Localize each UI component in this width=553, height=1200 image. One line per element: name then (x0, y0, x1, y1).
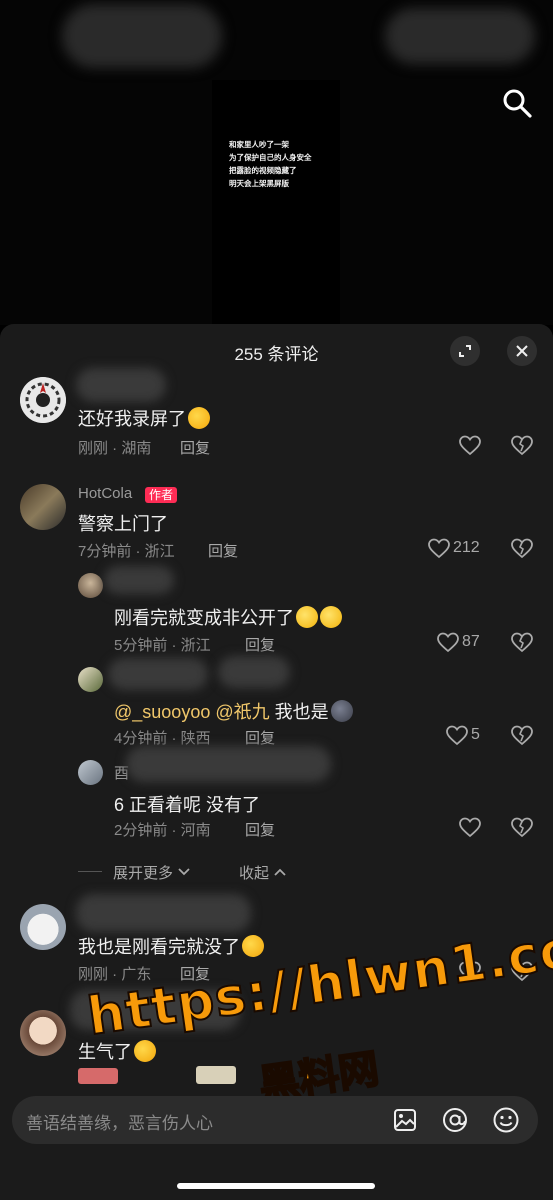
reply-button[interactable]: 回复 (245, 634, 275, 655)
search-icon (503, 89, 532, 118)
home-indicator[interactable] (177, 1183, 375, 1189)
like-count: 87 (462, 633, 480, 650)
video-area[interactable]: 和家里人吵了一架 为了保护自己的人身安全 把露脸的视频隐藏了 明天会上架黑屏版 (0, 0, 553, 325)
reply-text: 6 正看着呢 没有了 (114, 795, 261, 815)
blurred-header-left (62, 4, 222, 68)
collapse-label: 收起 (239, 865, 270, 882)
author-avatar[interactable] (20, 484, 66, 530)
blurred-username (76, 368, 166, 402)
heart-icon[interactable] (458, 434, 482, 458)
dislike-heart-icon[interactable] (510, 816, 534, 840)
dislike-heart-icon[interactable] (510, 434, 534, 458)
expand-button[interactable] (450, 336, 480, 366)
comment-input-bar[interactable]: 善语结善缘，恶言伤人心 (12, 1096, 538, 1144)
reply-avatar[interactable] (78, 760, 103, 785)
comment-text-content: 还好我录屏了 (78, 409, 186, 429)
blurred-username (126, 746, 331, 782)
expand-more-label: 展开更多 (113, 865, 174, 882)
heart-icon[interactable] (445, 724, 469, 748)
heart-icon[interactable] (427, 537, 451, 561)
dislike-heart-icon[interactable] (510, 724, 534, 748)
expand-more-button[interactable]: 展开更多 (113, 862, 191, 883)
blurred-header-right (385, 8, 535, 64)
crying-emoji-icon (134, 1040, 156, 1062)
dizzy-face-emoji-icon (320, 606, 342, 628)
heart-icon[interactable] (458, 816, 482, 840)
video-frame (212, 80, 340, 325)
blurred-username (104, 566, 174, 594)
comment-text-content: 我也是刚看完就没了 (78, 937, 240, 957)
reply-meta: 2分钟前 · 河南 (114, 822, 211, 839)
like-count: 212 (453, 539, 480, 556)
close-icon (516, 345, 528, 357)
image-icon[interactable] (392, 1107, 418, 1133)
reply-button[interactable]: 回复 (245, 727, 275, 748)
avatar[interactable] (20, 904, 66, 950)
comment-text: 警察上门了 (78, 514, 168, 534)
reply-meta: 4分钟前 · 陕西 (114, 730, 211, 747)
emoji-icon[interactable] (492, 1106, 520, 1134)
blurred-username (108, 658, 208, 690)
comment-meta: 刚刚 · 湖南 (78, 440, 152, 457)
comment-input-placeholder[interactable]: 善语结善缘，恶言伤人心 (26, 1109, 213, 1134)
laughing-emoji-icon (188, 407, 210, 429)
search-button[interactable] (500, 86, 534, 120)
avatar-pattern-icon (20, 377, 66, 423)
avatar[interactable] (20, 377, 66, 423)
blurred-username (218, 656, 290, 688)
reply-avatar[interactable] (78, 667, 103, 692)
reply-button[interactable]: 回复 (180, 437, 210, 458)
crying-emoji-icon (242, 935, 264, 957)
reply-text-content: 刚看完就变成非公开了 (114, 608, 294, 628)
video-caption: 和家里人吵了一架 为了保护自己的人身安全 把露脸的视频隐藏了 明天会上架黑屏版 (229, 138, 312, 190)
chevron-up-icon (274, 868, 286, 876)
reply-meta: 5分钟前 · 浙江 (114, 637, 211, 654)
comment-text: 我也是刚看完就没了 (78, 933, 264, 959)
reaction-sticker (78, 1068, 118, 1084)
at-mention-icon[interactable] (441, 1106, 469, 1134)
close-button[interactable] (507, 336, 537, 366)
blurred-username (76, 894, 251, 932)
dark-face-emoji-icon (330, 700, 353, 722)
avatar[interactable] (20, 1010, 66, 1056)
reply-text: @_suooyoo @祇九 我也是 (114, 698, 353, 724)
author-name[interactable]: HotCola (78, 485, 132, 502)
dislike-heart-icon[interactable] (510, 537, 534, 561)
dizzy-face-emoji-icon (296, 606, 318, 628)
author-badge: 作者 (145, 487, 178, 503)
video-caption-line: 把露脸的视频隐藏了 (229, 166, 297, 175)
mention-link[interactable]: @祇九 (215, 702, 269, 722)
heart-icon[interactable] (436, 631, 460, 655)
expand-icon (459, 345, 471, 357)
video-caption-line: 和家里人吵了一架 (229, 140, 289, 149)
comment-text: 还好我录屏了 (78, 405, 210, 431)
reply-avatar[interactable] (78, 573, 103, 598)
chevron-down-icon (178, 868, 190, 876)
video-caption-line: 为了保护自己的人身安全 (229, 153, 312, 162)
reaction-sticker (196, 1066, 236, 1084)
mention-link[interactable]: @_suooyoo (114, 702, 210, 722)
reply-button[interactable]: 回复 (208, 540, 238, 561)
comment-meta: 7分钟前 · 浙江 (78, 543, 175, 560)
reply-text-content: 我也是 (274, 702, 329, 722)
like-count: 5 (471, 726, 480, 743)
thread-divider (78, 871, 102, 872)
reply-text: 刚看完就变成非公开了 (114, 604, 342, 630)
dislike-heart-icon[interactable] (510, 631, 534, 655)
video-caption-line: 明天会上架黑屏版 (229, 179, 289, 188)
reply-button[interactable]: 回复 (245, 819, 275, 840)
collapse-button[interactable]: 收起 (239, 862, 287, 883)
